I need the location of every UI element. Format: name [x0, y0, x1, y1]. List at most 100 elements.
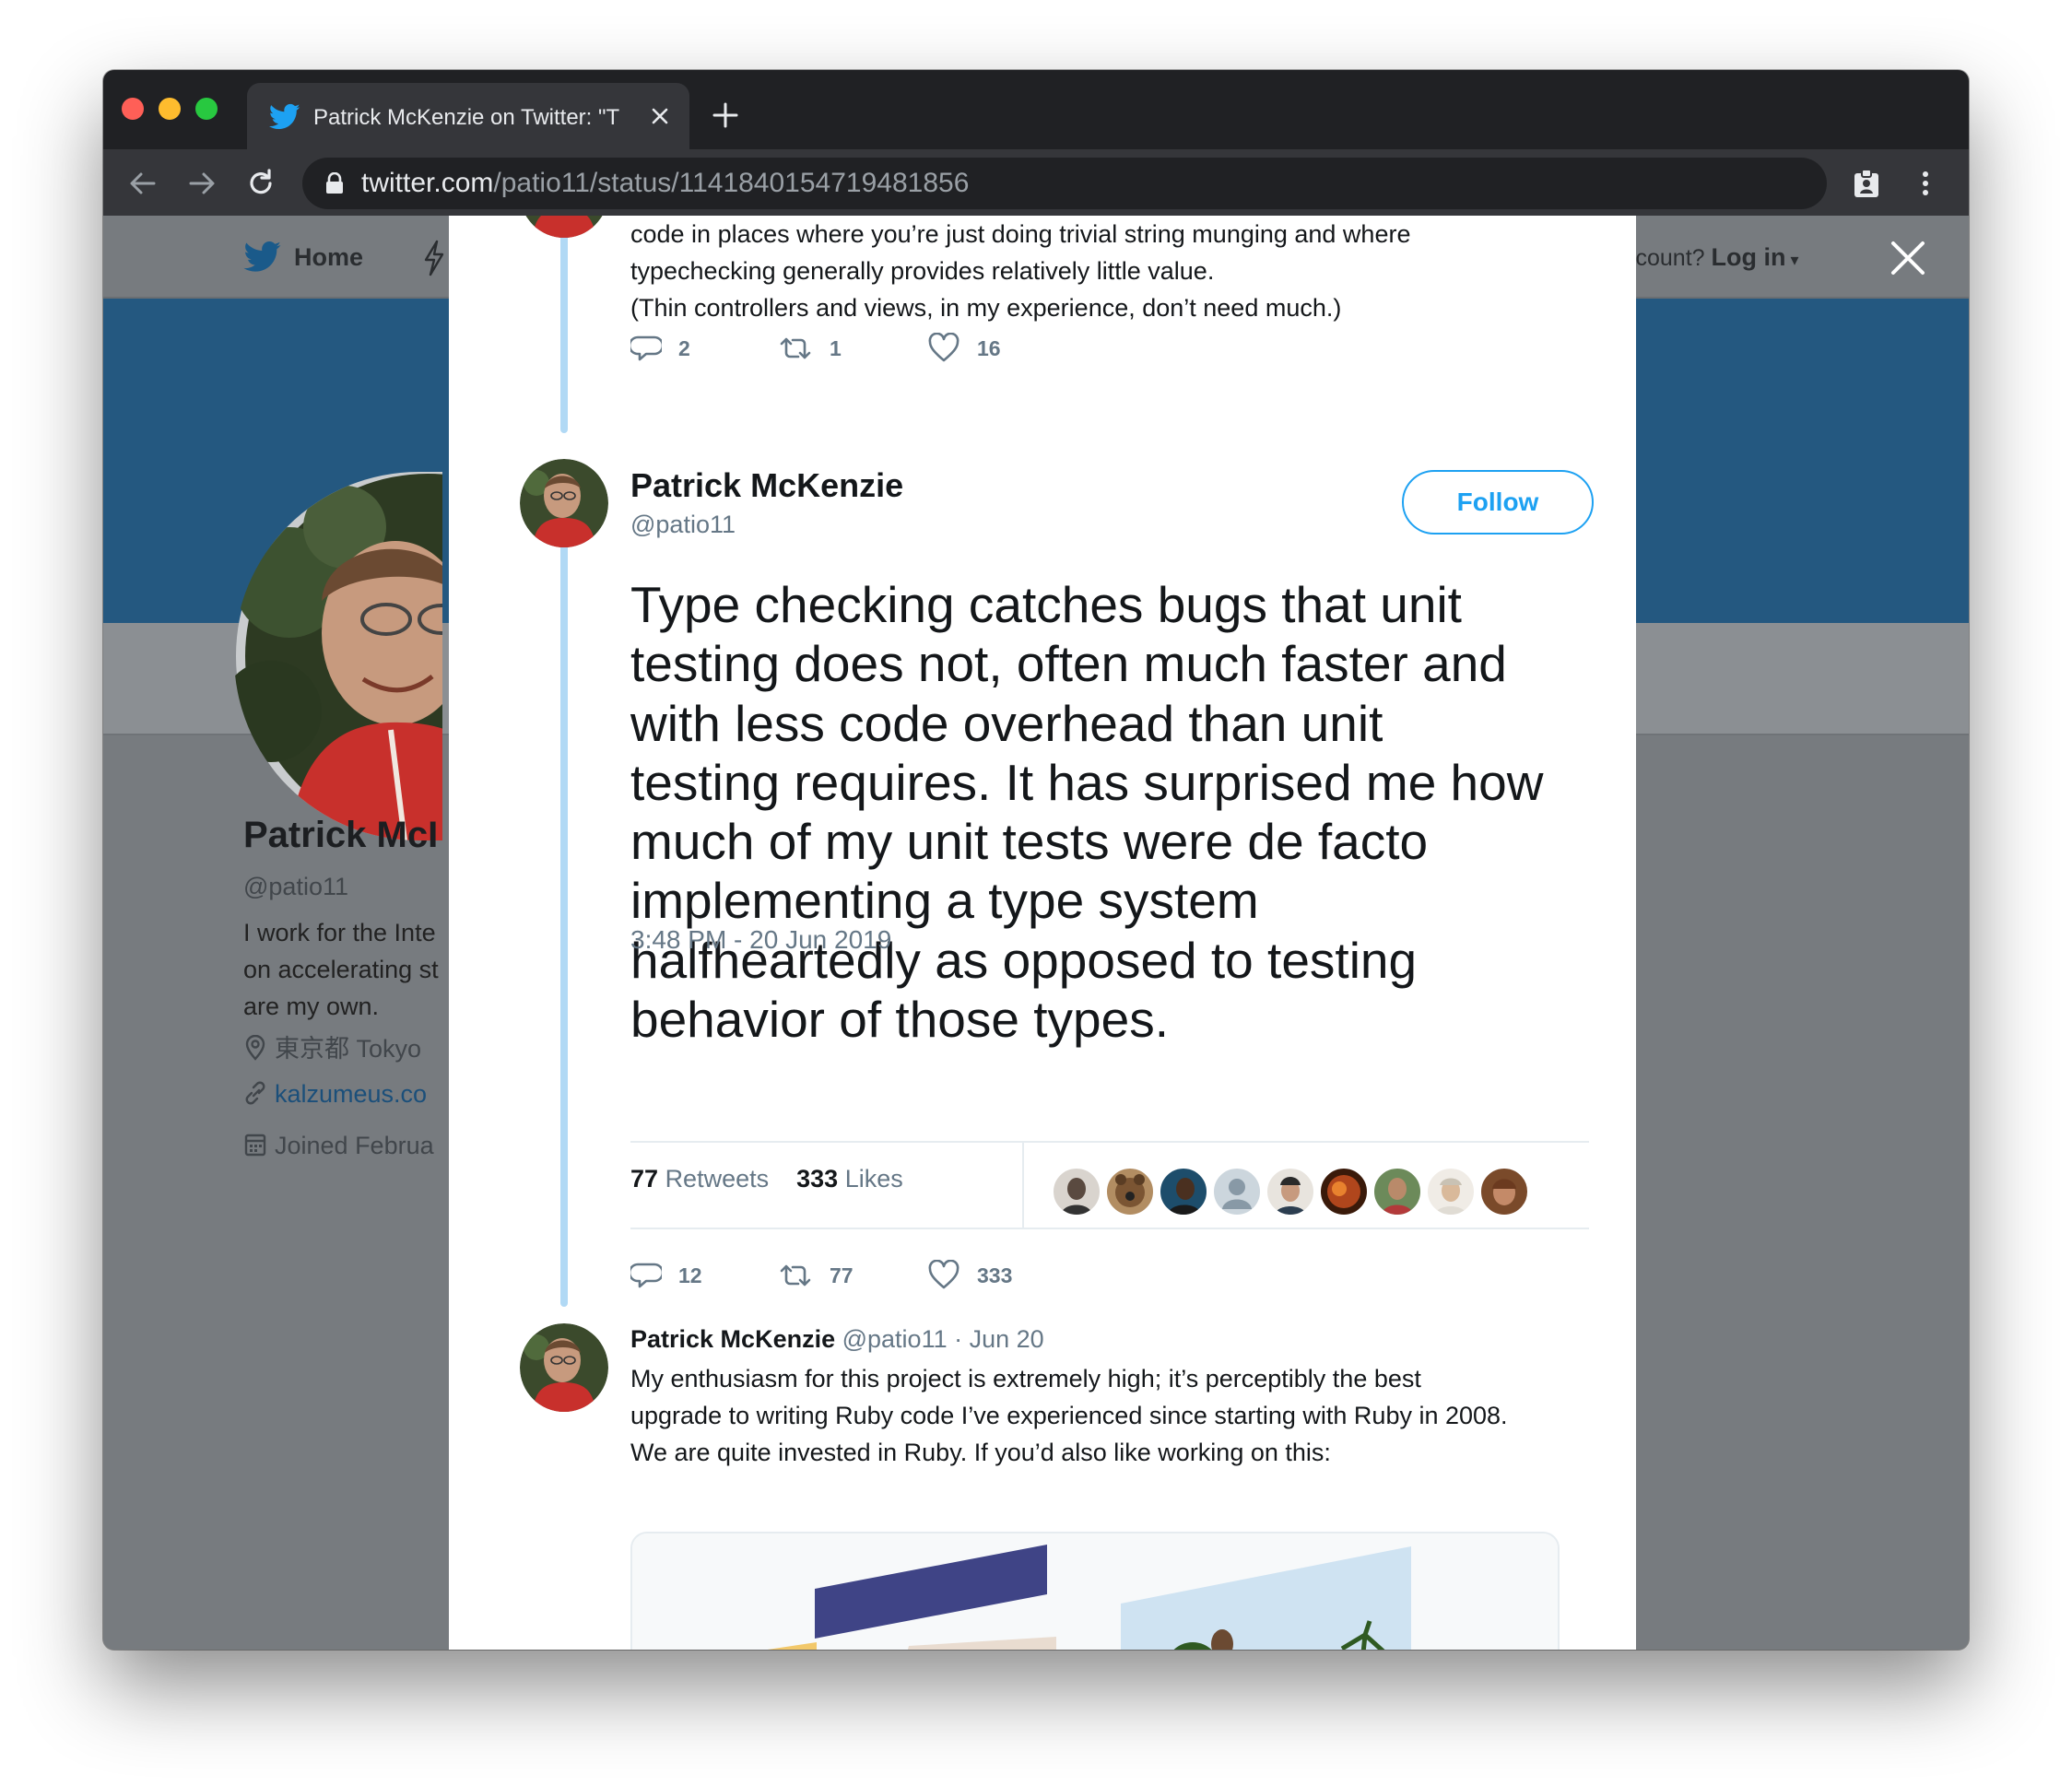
tweet-text-line: behavior of those types.	[630, 991, 1169, 1049]
twitter-bird-icon	[269, 103, 300, 130]
profile-website-link[interactable]: kalzumeus.co	[275, 1080, 427, 1108]
account-prompt[interactable]: ccount? Log in ▾	[1624, 241, 1799, 276]
like-button[interactable]: 333	[927, 1257, 1012, 1294]
follow-button[interactable]: Follow	[1402, 470, 1594, 535]
liker-avatar[interactable]	[1479, 1167, 1529, 1216]
liker-avatar[interactable]	[1052, 1167, 1101, 1216]
twitter-page: Home ccount? Log in ▾ Patrick McI @patio…	[103, 216, 1969, 1650]
reply-count: 2	[678, 335, 690, 360]
chevron-down-icon: ▾	[1785, 251, 1799, 269]
tweet-stats: 77 Retweets 333 Likes	[630, 1165, 903, 1193]
divider	[630, 1228, 1589, 1229]
tweet-modal: code in places where you’re just doing t…	[449, 216, 1636, 1650]
calendar-icon	[244, 1134, 266, 1157]
retweet-button[interactable]: 77	[778, 1257, 854, 1294]
zoom-window-button[interactable]	[195, 98, 218, 120]
next-tweet-paragraph: We are quite invested in Ruby. If you’d …	[630, 1439, 1331, 1466]
tweet-date[interactable]: · Jun 20	[954, 1325, 1044, 1353]
avatar[interactable]	[520, 459, 608, 547]
tweet-text-line: implementing a type system	[630, 872, 1259, 930]
retweets-stat-count: 77	[630, 1165, 659, 1193]
liker-avatar[interactable]	[1372, 1167, 1422, 1216]
close-window-button[interactable]	[122, 98, 144, 120]
avatar[interactable]	[520, 1323, 608, 1412]
retweet-icon	[780, 1264, 811, 1287]
retweet-icon	[780, 337, 811, 359]
reply-button[interactable]: 2	[630, 330, 690, 367]
menu-dots-icon[interactable]	[1910, 168, 1941, 199]
tweet-text-line: Type checking catches bugs that unit	[630, 576, 1462, 633]
twitter-bird-icon[interactable]	[243, 241, 282, 273]
heart-icon	[928, 1260, 959, 1289]
tweet-text-line: testing requires. It has surprised me ho…	[630, 753, 1544, 811]
tweet-text-line: code in places where you’re just doing t…	[630, 220, 1411, 248]
avatar[interactable]	[520, 216, 608, 238]
retweet-button[interactable]: 1	[778, 330, 842, 367]
reply-count: 12	[678, 1263, 702, 1287]
retweet-count: 77	[830, 1263, 854, 1287]
profile-joined-text: Joined Februa	[275, 1132, 434, 1159]
profile-website[interactable]: kalzumeus.co	[243, 1080, 427, 1109]
lock-icon[interactable]	[324, 172, 345, 194]
tab-strip: Patrick McKenzie on Twitter: "T	[103, 70, 1969, 149]
extension-icon[interactable]	[1851, 168, 1882, 199]
liker-avatar[interactable]	[1159, 1167, 1208, 1216]
browser-window: Patrick McKenzie on Twitter: "T twitter.…	[103, 70, 1969, 1650]
main-tweet-actions: 12 77 333	[630, 1257, 1091, 1294]
reply-button[interactable]: 12	[630, 1257, 702, 1294]
main-tweet-text: Type checking catches bugs that unit tes…	[630, 575, 1607, 1049]
liker-avatar[interactable]	[1319, 1167, 1369, 1216]
retweet-count: 1	[830, 335, 842, 360]
close-icon[interactable]	[649, 105, 671, 127]
forward-arrow-icon[interactable]	[186, 168, 218, 199]
url-text[interactable]: twitter.com/patio11/status/1141840154719…	[361, 167, 969, 200]
likes-stat[interactable]: 333 Likes	[796, 1165, 903, 1193]
reply-icon	[630, 1263, 662, 1288]
retweets-stat-label: Retweets	[665, 1165, 770, 1193]
author-name[interactable]: Patrick McKenzie	[630, 466, 903, 505]
thread-connector	[560, 538, 568, 1307]
author-name[interactable]: Patrick McKenzie	[630, 1325, 835, 1353]
like-button[interactable]: 16	[927, 330, 1001, 367]
tweet-text-line: upgrade to writing Ruby code I’ve experi…	[630, 1402, 1508, 1429]
profile-avatar[interactable]	[234, 472, 442, 840]
liker-avatar[interactable]	[1105, 1167, 1155, 1216]
plus-icon[interactable]	[712, 101, 739, 129]
url-host: twitter.com	[361, 168, 494, 198]
reload-icon[interactable]	[245, 168, 277, 199]
nav-home-link[interactable]: Home	[294, 241, 363, 273]
minimize-window-button[interactable]	[159, 98, 181, 120]
author-handle[interactable]: @patio11	[630, 511, 736, 539]
tweet-text-line: much of my unit tests were de facto	[630, 813, 1429, 871]
prev-tweet-text: code in places where you’re just doing t…	[630, 216, 1571, 289]
liker-avatar[interactable]	[1266, 1167, 1315, 1216]
close-icon[interactable]	[1890, 240, 1926, 276]
tweet-timestamp[interactable]: 3:48 PM - 20 Jun 2019	[630, 925, 891, 955]
login-link[interactable]: Log in	[1712, 243, 1786, 271]
like-count: 333	[977, 1263, 1013, 1287]
reply-icon	[630, 335, 662, 361]
profile-bio-line: I work for the Inte	[243, 919, 436, 946]
address-bar[interactable]: twitter.com/patio11/status/1141840154719…	[302, 158, 1827, 209]
profile-handle: @patio11	[243, 873, 348, 900]
profile-location-text: 東京都 Tokyo	[275, 1035, 422, 1063]
tweet-text-line: My enthusiasm for this project is extrem…	[630, 1365, 1421, 1392]
divider	[630, 1141, 1589, 1143]
back-arrow-icon[interactable]	[127, 168, 159, 199]
liker-avatar[interactable]	[1212, 1167, 1262, 1216]
card-image	[632, 1533, 1558, 1650]
liker-avatar[interactable]	[1426, 1167, 1476, 1216]
prev-tweet-actions: 2 1 16	[630, 330, 1091, 367]
lightning-icon[interactable]	[422, 240, 446, 276]
profile-bio: I work for the Inte on accelerating st a…	[243, 914, 455, 1025]
profile-name: Patrick McI	[243, 815, 439, 855]
browser-tab[interactable]: Patrick McKenzie on Twitter: "T	[247, 83, 689, 149]
link-card[interactable]	[630, 1532, 1560, 1650]
location-pin-icon	[245, 1034, 265, 1061]
retweets-stat[interactable]: 77 Retweets	[630, 1165, 769, 1193]
heart-icon	[928, 333, 959, 362]
author-handle[interactable]: @patio11	[842, 1325, 948, 1353]
profile-bio-line: on accelerating st	[243, 956, 439, 983]
url-path: /patio11/status/1141840154719481856	[493, 168, 970, 198]
like-count: 16	[977, 335, 1001, 360]
